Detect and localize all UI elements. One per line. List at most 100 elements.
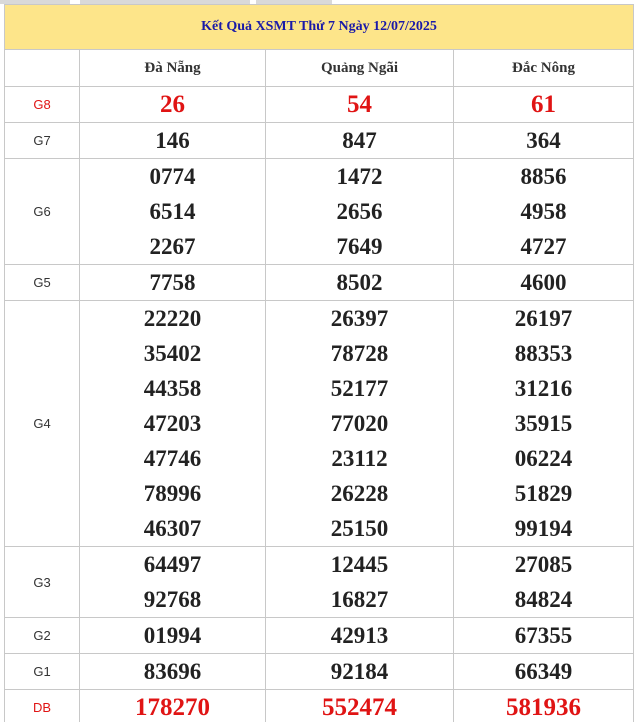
prize-number: 6514 xyxy=(149,199,196,224)
prize-number: 27085 xyxy=(514,552,573,577)
prize-cell: 26397 78728 52177 77020 23112 26228 2515… xyxy=(265,300,454,547)
prize-number: 26397 xyxy=(330,306,389,331)
prize-number: 26 xyxy=(160,91,185,118)
prize-number: 146 xyxy=(155,128,190,153)
prize-cell: 8502 xyxy=(265,264,454,301)
prize-number: 88353 xyxy=(514,341,573,366)
prize-number: 26228 xyxy=(330,481,389,506)
province-name: Đà Nẵng xyxy=(79,49,266,87)
prize-cell: 146 xyxy=(79,122,266,159)
prize-cell: 364 xyxy=(453,122,634,159)
prize-label: G7 xyxy=(4,122,80,159)
prize-number: 83696 xyxy=(143,659,202,684)
prize-number: 47203 xyxy=(143,411,202,436)
prize-cell: 67355 xyxy=(453,617,634,654)
prize-number: 23112 xyxy=(331,446,388,471)
prize-number: 78728 xyxy=(330,341,389,366)
prize-row-g4: G4 22220 35402 44358 47203 47746 78996 4… xyxy=(4,300,634,547)
prize-number: 4958 xyxy=(520,199,567,224)
prize-row-g3: G3 64497 92768 12445 16827 27085 84824 xyxy=(4,546,634,618)
prize-number: 99194 xyxy=(514,516,573,541)
prize-number: 35915 xyxy=(514,411,573,436)
prize-row-g8: G8 26 54 61 xyxy=(4,86,634,123)
prize-cell: 552474 xyxy=(265,689,454,722)
prize-row-g6: G6 0774 6514 2267 1472 2656 7649 8856 49… xyxy=(4,158,634,265)
prize-cell: 0774 6514 2267 xyxy=(79,158,266,265)
prize-label: G4 xyxy=(4,300,80,547)
prize-number: 64497 xyxy=(143,552,202,577)
prize-number: 47746 xyxy=(143,446,202,471)
prize-cell: 7758 xyxy=(79,264,266,301)
prize-number: 78996 xyxy=(143,481,202,506)
prize-number: 66349 xyxy=(514,659,573,684)
prize-number: 25150 xyxy=(330,516,389,541)
prize-row-g2: G2 01994 42913 67355 xyxy=(4,617,634,654)
prize-number: 84824 xyxy=(514,587,573,612)
prize-cell: 54 xyxy=(265,86,454,123)
prize-label: G3 xyxy=(4,546,80,618)
province-name: Đắc Nông xyxy=(453,49,634,87)
prize-number: 2656 xyxy=(336,199,383,224)
prize-number: 61 xyxy=(531,91,556,118)
prize-number: 31216 xyxy=(514,376,573,401)
prize-number: 2267 xyxy=(149,234,196,259)
prize-cell: 8856 4958 4727 xyxy=(453,158,634,265)
prize-cell: 92184 xyxy=(265,653,454,690)
prize-number: 54 xyxy=(347,91,372,118)
prize-label: G6 xyxy=(4,158,80,265)
prize-number: 01994 xyxy=(143,623,202,648)
prize-number: 77020 xyxy=(330,411,389,436)
prize-number: 06224 xyxy=(514,446,573,471)
prize-cell: 26197 88353 31216 35915 06224 51829 9919… xyxy=(453,300,634,547)
prize-row-g7: G7 146 847 364 xyxy=(4,122,634,159)
prize-number: 4727 xyxy=(520,234,567,259)
prize-number: 581936 xyxy=(506,694,581,721)
prize-label: G8 xyxy=(4,86,80,123)
prize-cell: 847 xyxy=(265,122,454,159)
prize-label: G5 xyxy=(4,264,80,301)
prize-label: G1 xyxy=(4,653,80,690)
prize-cell: 1472 2656 7649 xyxy=(265,158,454,265)
province-name: Quảng Ngãi xyxy=(265,49,454,87)
prize-cell: 581936 xyxy=(453,689,634,722)
prize-number: 52177 xyxy=(330,376,389,401)
prize-number: 847 xyxy=(342,128,377,153)
prize-cell: 26 xyxy=(79,86,266,123)
prize-number: 35402 xyxy=(143,341,202,366)
prize-number: 7649 xyxy=(336,234,383,259)
empty-corner-cell xyxy=(4,49,80,87)
prize-cell: 66349 xyxy=(453,653,634,690)
prize-row-g1: G1 83696 92184 66349 xyxy=(4,653,634,690)
prize-label: G2 xyxy=(4,617,80,654)
prize-cell: 61 xyxy=(453,86,634,123)
province-row: Đà Nẵng Quảng Ngãi Đắc Nông xyxy=(4,49,634,87)
prize-cell: 22220 35402 44358 47203 47746 78996 4630… xyxy=(79,300,266,547)
prize-number: 22220 xyxy=(143,306,202,331)
prize-label: DB xyxy=(4,689,80,722)
prize-cell: 12445 16827 xyxy=(265,546,454,618)
prize-number: 46307 xyxy=(143,516,202,541)
prize-number: 16827 xyxy=(330,587,389,612)
prize-row-g5: G5 7758 8502 4600 xyxy=(4,264,634,301)
prize-number: 1472 xyxy=(336,164,383,189)
prize-number: 7758 xyxy=(149,270,196,295)
prize-number: 12445 xyxy=(330,552,389,577)
prize-number: 0774 xyxy=(149,164,196,189)
table-header-row: Kết Quả XSMT Thứ 7 Ngày 12/07/2025 xyxy=(4,4,634,50)
prize-number: 42913 xyxy=(330,623,389,648)
prize-number: 8502 xyxy=(336,270,383,295)
prize-cell: 4600 xyxy=(453,264,634,301)
prize-row-db: DB 178270 552474 581936 xyxy=(4,689,634,722)
lottery-results-table: Kết Quả XSMT Thứ 7 Ngày 12/07/2025 Đà Nẵ… xyxy=(4,4,634,722)
prize-number: 4600 xyxy=(520,270,567,295)
prize-number: 92184 xyxy=(330,659,389,684)
prize-cell: 64497 92768 xyxy=(79,546,266,618)
prize-number: 8856 xyxy=(520,164,567,189)
prize-cell: 01994 xyxy=(79,617,266,654)
prize-number: 552474 xyxy=(322,694,397,721)
prize-cell: 27085 84824 xyxy=(453,546,634,618)
prize-number: 44358 xyxy=(143,376,202,401)
prize-cell: 178270 xyxy=(79,689,266,722)
prize-number: 26197 xyxy=(514,306,573,331)
prize-number: 178270 xyxy=(135,694,210,721)
